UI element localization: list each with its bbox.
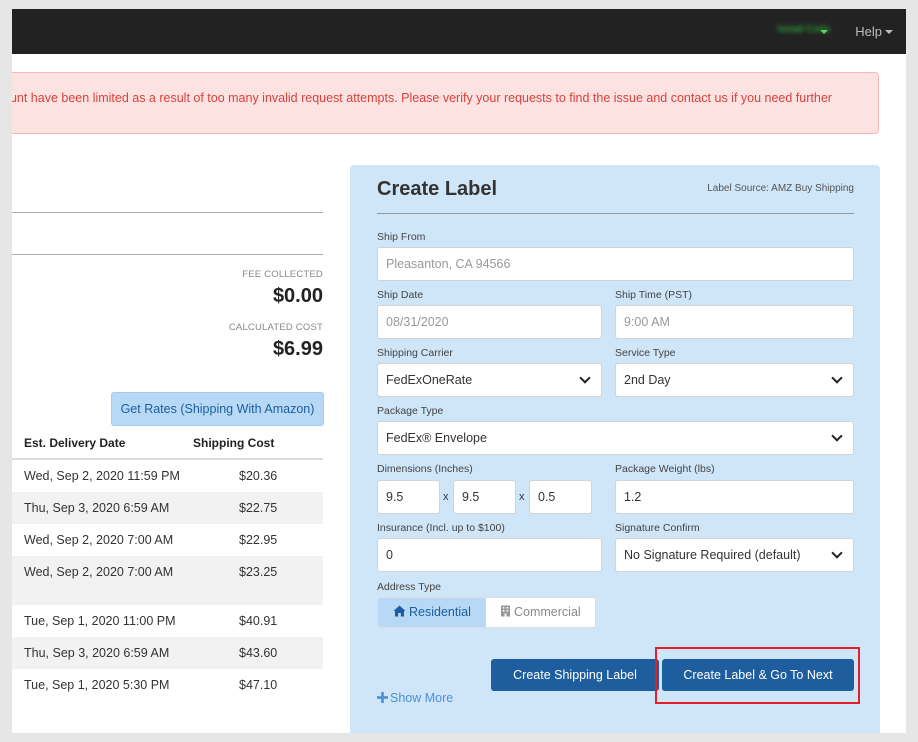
delivery-date-cell: Thu, Sep 3, 2020 6:59 AM <box>24 646 170 660</box>
ship-time-input[interactable]: 9:00 AM <box>615 305 854 339</box>
error-alert: ount have been limited as a result of to… <box>12 72 879 134</box>
chevron-down-icon <box>831 430 843 442</box>
residential-option[interactable]: Residential <box>378 598 486 627</box>
shipping-cost-cell: $40.91 <box>239 614 278 628</box>
get-rates-button[interactable]: Get Rates (Shipping With Amazon) <box>111 392 324 426</box>
chevron-down-icon <box>831 372 843 384</box>
table-row[interactable]: Tue, Sep 1, 2020 5:30 PM $47.10 <box>12 669 323 701</box>
home-icon <box>393 605 406 617</box>
delivery-date-cell: Wed, Sep 2, 2020 7:00 AM <box>24 565 174 579</box>
package-weight-label: Package Weight (lbs) <box>615 463 715 475</box>
dimension-separator: x <box>519 491 525 503</box>
help-menu[interactable]: Help <box>855 24 882 39</box>
address-type-toggle: Residential Commercial <box>377 597 596 628</box>
dimension-height-input[interactable]: 0.5 <box>529 480 592 514</box>
shipping-cost-cell: $20.36 <box>239 469 278 483</box>
ship-date-input[interactable]: 08/31/2020 <box>377 305 602 339</box>
address-type-label: Address Type <box>377 581 442 593</box>
package-weight-input[interactable]: 1.2 <box>615 480 854 514</box>
table-row[interactable]: Wed, Sep 2, 2020 11:59 PM $20.36 <box>12 460 323 492</box>
caret-down-icon <box>820 30 828 34</box>
alert-message: ount have been limited as a result of to… <box>12 91 832 105</box>
divider <box>12 212 323 213</box>
signature-confirm-select[interactable]: No Signature Required (default) <box>615 538 854 572</box>
divider <box>12 254 323 255</box>
ship-from-label: Ship From <box>377 231 426 243</box>
dimensions-label: Dimensions (Inches) <box>377 463 473 475</box>
package-type-value: FedEx® Envelope <box>386 431 487 445</box>
calculated-cost-label: CALCULATED COST <box>228 322 323 333</box>
delivery-date-cell: Tue, Sep 1, 2020 5:30 PM <box>24 678 170 692</box>
dimension-separator: x <box>443 491 449 503</box>
shipping-cost-cell: $23.25 <box>239 565 278 579</box>
column-header-shipping-cost: Shipping Cost <box>193 436 275 450</box>
ship-date-label: Ship Date <box>377 289 424 301</box>
calculated-cost-value: $6.99 <box>272 338 323 360</box>
highlight-box <box>655 647 860 704</box>
table-row[interactable]: Wed, Sep 2, 2020 7:00 AM $23.25 <box>12 556 323 605</box>
label-source: Label Source: AMZ Buy Shipping <box>707 183 854 194</box>
dimension-length-input[interactable]: 9.5 <box>377 480 440 514</box>
top-navbar: Ismail Corlu Help <box>12 9 906 54</box>
service-type-label: Service Type <box>615 347 676 359</box>
shipping-carrier-select[interactable]: FedExOneRate <box>377 363 602 397</box>
signature-confirm-value: No Signature Required (default) <box>624 548 801 562</box>
package-type-label: Package Type <box>377 405 444 417</box>
show-more-label: Show More <box>390 691 454 705</box>
delivery-date-cell: Wed, Sep 2, 2020 11:59 PM <box>24 469 180 483</box>
table-row[interactable]: Thu, Sep 3, 2020 6:59 AM $22.75 <box>12 492 323 524</box>
service-type-value: 2nd Day <box>624 373 671 387</box>
commercial-option[interactable]: Commercial <box>486 598 595 627</box>
column-header-delivery-date: Est. Delivery Date <box>24 436 126 450</box>
fee-collected-label: FEE COLLECTED <box>242 269 323 280</box>
create-shipping-label-button[interactable]: Create Shipping Label <box>491 659 659 691</box>
app-window: Ismail Corlu Help ount have been limited… <box>12 9 906 733</box>
residential-label: Residential <box>409 605 471 619</box>
caret-down-icon <box>885 30 893 34</box>
plus-icon <box>377 692 388 703</box>
ship-time-label: Ship Time (PST) <box>615 289 693 301</box>
ship-from-input[interactable]: Pleasanton, CA 94566 <box>377 247 854 281</box>
table-row[interactable]: Thu, Sep 3, 2020 6:59 AM $43.60 <box>12 637 323 669</box>
fee-collected-value: $0.00 <box>272 285 323 307</box>
delivery-date-cell: Tue, Sep 1, 2020 11:00 PM <box>24 614 176 628</box>
shipping-cost-cell: $47.10 <box>239 678 278 692</box>
chevron-down-icon <box>831 547 843 559</box>
divider <box>377 213 854 214</box>
building-icon <box>501 605 510 617</box>
shipping-carrier-label: Shipping Carrier <box>377 347 453 359</box>
create-label-panel: Create Label Label Source: AMZ Buy Shipp… <box>350 165 880 733</box>
service-type-select[interactable]: 2nd Day <box>615 363 854 397</box>
shipping-cost-cell: $43.60 <box>239 646 278 660</box>
panel-title: Create Label <box>377 178 498 200</box>
insurance-label: Insurance (Incl. up to $100) <box>377 522 505 534</box>
shipping-cost-cell: $22.75 <box>239 501 278 515</box>
delivery-date-cell: Thu, Sep 3, 2020 6:59 AM <box>24 501 170 515</box>
table-row[interactable]: Tue, Sep 1, 2020 11:00 PM $40.91 <box>12 605 323 637</box>
show-more-link[interactable]: Show More <box>377 691 453 705</box>
signature-confirm-label: Signature Confirm <box>615 522 700 534</box>
chevron-down-icon <box>579 372 591 384</box>
shipping-carrier-value: FedExOneRate <box>386 373 473 387</box>
delivery-date-cell: Wed, Sep 2, 2020 7:00 AM <box>24 533 174 547</box>
table-row[interactable]: Wed, Sep 2, 2020 7:00 AM $22.95 <box>12 524 323 556</box>
dimension-width-input[interactable]: 9.5 <box>453 480 516 514</box>
insurance-input[interactable]: 0 <box>377 538 602 572</box>
commercial-label: Commercial <box>514 605 581 619</box>
shipping-cost-cell: $22.95 <box>239 533 278 547</box>
package-type-select[interactable]: FedEx® Envelope <box>377 421 854 455</box>
